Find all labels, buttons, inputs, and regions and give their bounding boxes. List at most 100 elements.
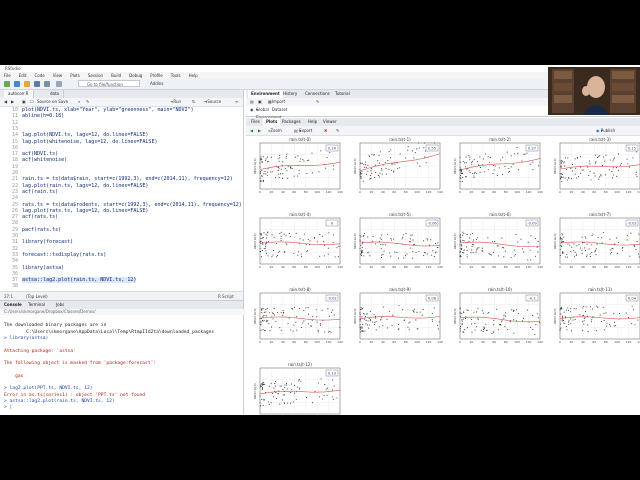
menu-debug[interactable]: Debug: [129, 72, 142, 79]
clear-plots-icon[interactable]: ✎: [336, 126, 339, 135]
data-point: [559, 329, 561, 331]
data-point: [378, 162, 381, 164]
code-line[interactable]: library(forecast): [22, 239, 73, 245]
print-icon[interactable]: [56, 81, 62, 87]
tab-connections[interactable]: Connections: [302, 90, 333, 98]
tab-help[interactable]: Help: [305, 118, 320, 126]
tab-data[interactable]: data: [46, 90, 65, 98]
export-button[interactable]: ▤ Export ▾: [294, 126, 312, 135]
wand-icon[interactable]: ✎: [86, 98, 89, 106]
data-point: [423, 147, 425, 149]
publish-button[interactable]: ◉ Publish ▾: [596, 126, 615, 135]
data-point: [306, 251, 308, 253]
menu-view[interactable]: View: [53, 72, 63, 79]
data-point: [361, 171, 363, 173]
code-line[interactable]: pacf(rats.ts): [22, 227, 61, 233]
tab-tutorial[interactable]: Tutorial: [332, 90, 353, 98]
code-line[interactable]: lag.plot(rain.ts, lags=12, do.lines=FALS…: [22, 183, 148, 189]
code-line[interactable]: lag.plot(NDVI.ts, lags=12, do.lines=FALS…: [22, 132, 148, 138]
menu-file[interactable]: File: [4, 72, 11, 79]
code-line[interactable]: forecast::tsdisplay(rats.ts): [22, 252, 106, 258]
new-project-icon[interactable]: [14, 81, 20, 87]
tab-console[interactable]: Console: [4, 301, 22, 309]
source-on-save-checkbox[interactable]: ☐: [30, 98, 34, 106]
global-environment-select[interactable]: Global Environment ▾: [256, 106, 282, 120]
data-point: [295, 232, 297, 234]
menu-help[interactable]: Help: [189, 72, 198, 79]
save-all-icon[interactable]: [44, 81, 50, 87]
data-point: [381, 173, 383, 175]
addins-menu[interactable]: Addins: [150, 80, 163, 88]
next-plot-icon[interactable]: ▶: [258, 126, 261, 135]
outline-icon[interactable]: ≡: [235, 98, 238, 106]
back-icon[interactable]: ◀: [4, 98, 7, 106]
data-point: [282, 173, 284, 175]
rerun-icon[interactable]: ↻: [192, 98, 195, 106]
tab-autocorr[interactable]: autocorr.R: [4, 90, 34, 98]
save-file-icon[interactable]: ▣: [22, 98, 26, 106]
zoom-button[interactable]: ⌕ Zoom: [268, 126, 282, 135]
prev-plot-icon[interactable]: ◀: [250, 126, 253, 135]
data-point: [579, 156, 582, 158]
code-line[interactable]: astsa::lag2.plot(rain.ts, NDVI.ts, 12): [22, 277, 137, 284]
panel-title: rain.ts(t-12): [288, 362, 312, 367]
tab-environment[interactable]: Environment: [248, 90, 283, 98]
save-workspace-icon[interactable]: ▣: [258, 98, 262, 106]
data-point: [461, 244, 463, 246]
code-line[interactable]: plot(NDVI.ts, xlab="Year", ylab="greenne…: [22, 107, 194, 113]
code-area[interactable]: 10 plot(NDVI.ts, xlab="Year", ylab="green…: [0, 107, 243, 291]
tab-history[interactable]: History: [280, 90, 300, 98]
code-line[interactable]: lag.plot(rats.ts, lags=12, do.lines=FALS…: [22, 208, 148, 214]
data-point: [598, 178, 600, 180]
open-icon[interactable]: ▤: [250, 98, 254, 106]
data-point: [460, 177, 462, 179]
tab-terminal[interactable]: Terminal: [28, 301, 45, 309]
code-line[interactable]: rats.ts = ts(data$rodents, start=c(1992,…: [22, 202, 242, 208]
menu-tools[interactable]: Tools: [171, 72, 181, 79]
code-line[interactable]: acf(rats.ts): [22, 214, 58, 220]
code-line[interactable]: acf(NDVI.ts): [22, 151, 58, 157]
menu-build[interactable]: Build: [111, 72, 121, 79]
code-line[interactable]: lag.plot(whitenoise, lags=12, do.lines=F…: [22, 139, 157, 145]
search-icon[interactable]: ⌕: [78, 98, 80, 106]
tab-plots[interactable]: Plots: [263, 118, 281, 126]
data-point: [517, 241, 519, 243]
forward-icon[interactable]: ▶: [11, 98, 14, 106]
x-tick-label: 80: [304, 190, 308, 194]
menu-edit[interactable]: Edit: [19, 72, 27, 79]
open-file-icon[interactable]: [24, 81, 30, 87]
run-button[interactable]: ➜ Run: [170, 98, 181, 106]
code-line[interactable]: library(astsa): [22, 265, 64, 271]
data-point: [460, 249, 463, 251]
data-point: [323, 395, 325, 397]
code-line[interactable]: abline(h=0.18): [22, 113, 64, 119]
code-line[interactable]: acf(rain.ts): [22, 189, 58, 195]
data-point: [604, 160, 606, 162]
tab-viewer[interactable]: Viewer: [320, 118, 340, 126]
tab-jobs[interactable]: Jobs: [56, 301, 64, 309]
data-point: [259, 405, 262, 407]
import-dataset-button[interactable]: ▦ Import Dataset: [268, 98, 287, 112]
menu-plots[interactable]: Plots: [70, 72, 80, 79]
data-point: [260, 159, 262, 161]
menu-session[interactable]: Session: [88, 72, 103, 79]
remove-plot-icon[interactable]: ✖: [324, 126, 327, 135]
tab-packages[interactable]: Packages: [279, 118, 304, 126]
correlation-label: 0.13: [328, 372, 336, 376]
data-point: [268, 403, 270, 406]
broom-icon[interactable]: ✎: [316, 98, 319, 106]
code-line[interactable]: rain.ts = ts(data$rain, start=c(1992,3),…: [22, 176, 233, 182]
save-icon[interactable]: [34, 81, 40, 87]
source-on-save-label: Source on Save: [37, 99, 69, 104]
menu-profile[interactable]: Profile: [150, 72, 162, 79]
code-line[interactable]: acf(whitenoise): [22, 157, 67, 163]
tab-files[interactable]: Files: [248, 118, 263, 126]
data-point: [433, 307, 435, 309]
goto-file-input[interactable]: Go to file/function: [78, 80, 140, 87]
source-button[interactable]: ➜ Source: [204, 98, 221, 106]
new-file-icon[interactable]: [4, 81, 10, 87]
data-point: [530, 326, 532, 328]
data-point: [437, 324, 439, 326]
menu-code[interactable]: Code: [34, 72, 44, 79]
data-point: [402, 234, 404, 236]
